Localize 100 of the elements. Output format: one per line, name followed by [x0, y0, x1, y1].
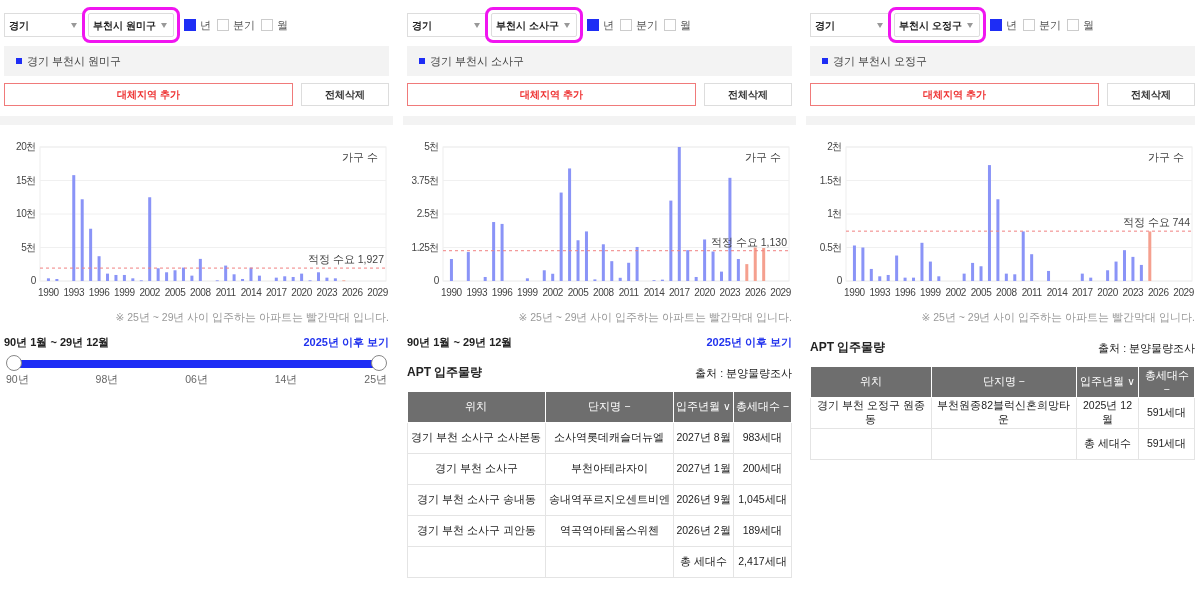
column-header[interactable]: 단지명 − [545, 391, 674, 423]
column-header[interactable]: 총세대수 − [1138, 366, 1195, 398]
bar [1013, 274, 1017, 281]
bar [122, 274, 126, 281]
caret-icon [474, 23, 480, 28]
table-title: APT 입주물량 [810, 339, 886, 356]
slider-handle[interactable] [6, 355, 22, 371]
column-header[interactable]: 단지명 − [931, 366, 1077, 398]
y-tick-label: 1천 [827, 208, 842, 219]
bar [97, 256, 101, 281]
bar [551, 273, 555, 281]
bar [861, 247, 865, 281]
caret-icon [161, 23, 167, 28]
column-header[interactable]: 입주년월 ∨ [673, 391, 734, 423]
x-tick-label: 2026 [341, 287, 363, 298]
bar [46, 278, 50, 281]
x-tick-label: 2002 [945, 287, 967, 298]
y-tick-label: 20천 [16, 141, 36, 152]
x-tick-label: 2005 [164, 287, 186, 298]
bar [198, 258, 202, 281]
bar [903, 277, 907, 281]
after-2025-link[interactable]: 2025년 이후 보기 [706, 335, 792, 350]
x-tick-label: 1993 [63, 287, 85, 298]
x-tick-label: 2014 [1046, 287, 1068, 298]
checkbox-label: 분기 [636, 17, 658, 33]
unit-label: 가구 수 [745, 151, 781, 163]
column-header[interactable]: 입주년월 ∨ [1076, 366, 1139, 398]
add-region-button[interactable]: 대체지역 추가 [4, 83, 293, 106]
table-title: APT 입주물량 [407, 364, 483, 381]
x-tick-label: 1999 [920, 287, 941, 298]
bar [686, 250, 690, 281]
checkbox-label: 월 [680, 17, 691, 33]
y-tick-label: 1.25천 [411, 241, 439, 253]
bar [165, 272, 169, 281]
bar [291, 277, 295, 281]
clear-all-button[interactable]: 전체삭제 [301, 83, 389, 106]
bar [492, 222, 496, 281]
table-cell: 2026년 2월 [673, 515, 734, 547]
x-tick-label: 2017 [1071, 287, 1093, 298]
bar [449, 259, 453, 281]
checkbox-label: 분기 [233, 17, 255, 33]
column-header[interactable]: 위치 [407, 391, 546, 423]
bar [257, 275, 261, 281]
x-tick-label: 2029 [770, 287, 791, 298]
column-header[interactable]: 위치 [810, 366, 932, 398]
after-2025-link[interactable]: 2025년 이후 보기 [303, 335, 389, 350]
checkbox-label: 월 [277, 17, 288, 33]
x-tick-label: 2029 [367, 287, 388, 298]
checkbox[interactable] [587, 19, 599, 31]
bar [274, 277, 278, 281]
table-cell: 591세대 [1138, 397, 1195, 429]
caret-icon [877, 23, 883, 28]
clear-all-button[interactable]: 전체삭제 [704, 83, 792, 106]
table-cell: 2026년 9월 [673, 484, 734, 516]
province-dropdown[interactable]: 경기 [407, 13, 487, 37]
bar [1021, 231, 1025, 281]
checkbox-label: 년 [200, 17, 211, 33]
province-dropdown[interactable]: 경기 [4, 13, 84, 37]
x-tick-label: 2008 [593, 287, 614, 298]
bar [224, 265, 228, 281]
x-tick-label: 2005 [567, 287, 589, 298]
province-dropdown[interactable]: 경기 [810, 13, 890, 37]
bar [912, 277, 915, 281]
x-tick-label: 2008 [996, 287, 1017, 298]
table-cell: 소사역롯데캐슬더뉴엘 [545, 422, 674, 454]
slider-tick-label: 14년 [274, 373, 298, 387]
demand-label: 적정 수요 744 [1122, 216, 1190, 229]
checkbox[interactable] [990, 19, 1002, 31]
demand-label: 적정 수요 1,927 [307, 253, 384, 266]
clear-all-button[interactable]: 전체삭제 [1107, 83, 1195, 106]
checkbox-label: 년 [1006, 17, 1017, 33]
x-tick-label: 2002 [139, 287, 161, 298]
checkbox-label: 분기 [1039, 17, 1061, 33]
x-tick-label: 1993 [466, 287, 488, 298]
period-label: 90년 1월 ~ 29년 12월 [4, 335, 110, 350]
bar [694, 277, 698, 281]
total-value: 591세대 [1138, 428, 1195, 460]
x-tick-label: 2002 [542, 287, 564, 298]
slider-tick-label: 90년 [6, 373, 29, 387]
y-tick-label: 0 [433, 275, 439, 286]
add-region-button[interactable]: 대체지역 추가 [810, 83, 1099, 106]
bar [745, 264, 749, 281]
bar [920, 242, 924, 281]
y-tick-label: 2천 [827, 141, 842, 152]
x-tick-label: 1993 [869, 287, 891, 298]
add-region-button[interactable]: 대체지역 추가 [407, 83, 696, 106]
table-cell: 경기 부천 소사구 송내동 [407, 484, 546, 516]
x-tick-label: 1996 [88, 287, 110, 298]
bar [601, 244, 605, 281]
y-tick-label: 15천 [16, 174, 36, 186]
x-tick-label: 1996 [894, 287, 916, 298]
bar [1030, 254, 1034, 281]
bar [1004, 273, 1008, 281]
table-cell: 역곡역아테움스위첸 [545, 515, 674, 547]
x-tick-label: 2011 [618, 287, 639, 298]
column-header[interactable]: 총세대수 − [733, 391, 792, 423]
total-label: 총 세대수 [673, 546, 734, 578]
slider-handle[interactable] [371, 355, 387, 371]
checkbox[interactable] [184, 19, 196, 31]
x-tick-label: 2023 [719, 287, 741, 298]
